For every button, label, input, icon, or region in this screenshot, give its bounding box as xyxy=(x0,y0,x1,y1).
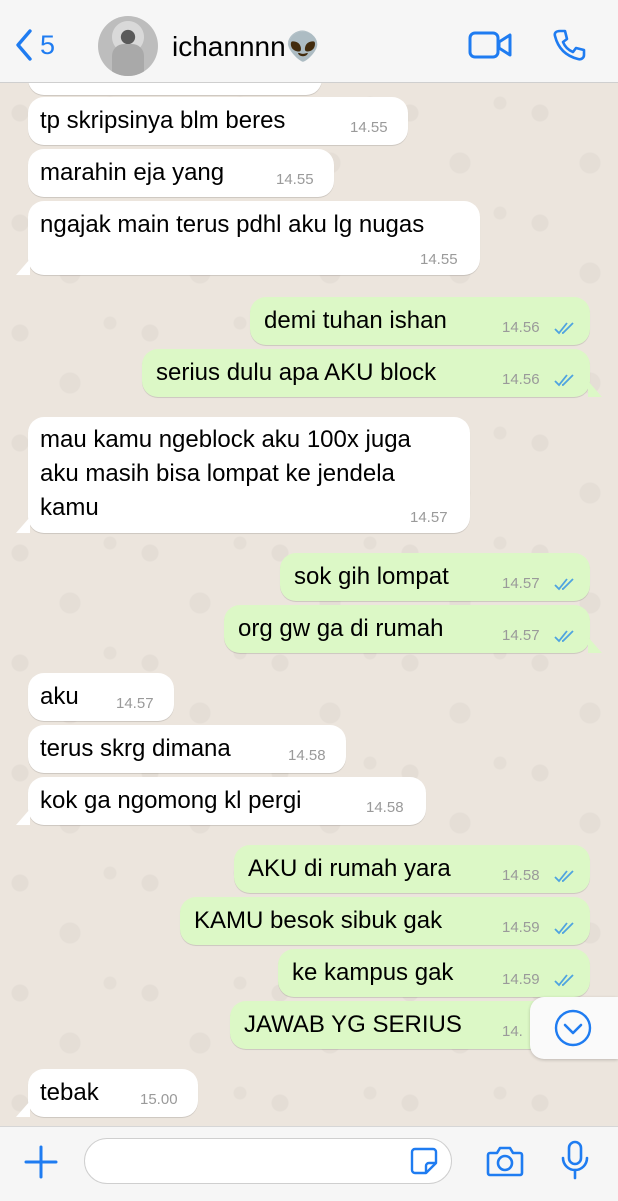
bubble-tail xyxy=(16,809,30,825)
message-text-line: kamu xyxy=(40,494,99,521)
message-time: 14.55 xyxy=(276,171,314,188)
chat-header: 5 ichannnn👽 xyxy=(0,0,618,83)
video-icon[interactable] xyxy=(468,30,512,60)
scroll-to-bottom-button[interactable] xyxy=(530,997,618,1059)
microphone-icon[interactable] xyxy=(560,1140,590,1180)
bubble-tail xyxy=(588,637,602,653)
message-time: 14.59 xyxy=(502,971,540,988)
read-receipt-icon xyxy=(554,630,574,643)
message-text: ngajak main terus pdhl aku lg nugas xyxy=(40,211,425,238)
composer-bar xyxy=(0,1126,618,1201)
message-text: tp skripsinya blm beres xyxy=(40,107,286,134)
message-time: 14.57 xyxy=(116,695,154,712)
read-receipt-icon xyxy=(554,974,574,987)
message-time: 14.58 xyxy=(366,799,404,816)
message-time: 14.58 xyxy=(502,867,540,884)
bubble-tail xyxy=(588,381,602,397)
read-receipt-icon xyxy=(554,870,574,883)
message-text: terus skrg dimana xyxy=(40,735,231,762)
read-receipt-icon xyxy=(554,322,574,335)
bubble-tail xyxy=(16,517,30,533)
message-time: 15.00 xyxy=(140,1091,178,1108)
message-text: org gw ga di rumah xyxy=(238,615,444,642)
message-text: JAWAB YG SERIUS xyxy=(244,1011,462,1038)
message-time: 14.55 xyxy=(420,251,458,268)
message-time: 14.57 xyxy=(410,509,448,526)
back-button[interactable]: 5 xyxy=(14,28,55,62)
message-text: demi tuhan ishan xyxy=(264,307,447,334)
message-text: marahin eja yang xyxy=(40,159,225,186)
unread-count: 5 xyxy=(40,30,56,60)
message-time: 14.57 xyxy=(502,627,540,644)
message-time: 14.58 xyxy=(288,747,326,764)
sticker-icon[interactable] xyxy=(410,1147,438,1175)
message-text: AKU di rumah yara xyxy=(248,855,451,882)
message-time: 14.59 xyxy=(502,919,540,936)
message-time: 14. xyxy=(502,1023,523,1040)
message-text: serius dulu apa AKU block xyxy=(156,359,437,386)
message-text: kok ga ngomong kl pergi xyxy=(40,787,302,814)
message-text: tebak xyxy=(40,1079,99,1106)
bubble-tail xyxy=(16,1101,30,1117)
message-input[interactable] xyxy=(84,1138,452,1184)
message-text-line: aku masih bisa lompat ke jendela xyxy=(40,460,395,487)
message-text: aku xyxy=(40,683,79,710)
message-list[interactable]: tp skripsinya blm beres 14.55 marahin ej… xyxy=(0,83,618,1126)
message-time: 14.56 xyxy=(502,371,540,388)
message-time: 14.56 xyxy=(502,319,540,336)
message-time: 14.57 xyxy=(502,575,540,592)
contact-name[interactable]: ichannnn👽 xyxy=(172,30,321,64)
plus-icon[interactable] xyxy=(24,1145,58,1179)
message-text: KAMU besok sibuk gak xyxy=(194,907,443,934)
read-receipt-icon xyxy=(554,578,574,591)
avatar[interactable] xyxy=(98,16,158,76)
message-text-line: mau kamu ngeblock aku 100x juga xyxy=(40,426,411,453)
read-receipt-icon xyxy=(554,374,574,387)
camera-icon[interactable] xyxy=(486,1144,524,1178)
message-text: ke kampus gak xyxy=(292,959,454,986)
message-time: 14.55 xyxy=(350,119,388,136)
phone-icon[interactable] xyxy=(552,28,586,62)
message-text: sok gih lompat xyxy=(294,563,449,590)
chevron-left-icon xyxy=(16,29,32,61)
read-receipt-icon xyxy=(554,922,574,935)
chevron-down-icon xyxy=(554,1009,592,1047)
